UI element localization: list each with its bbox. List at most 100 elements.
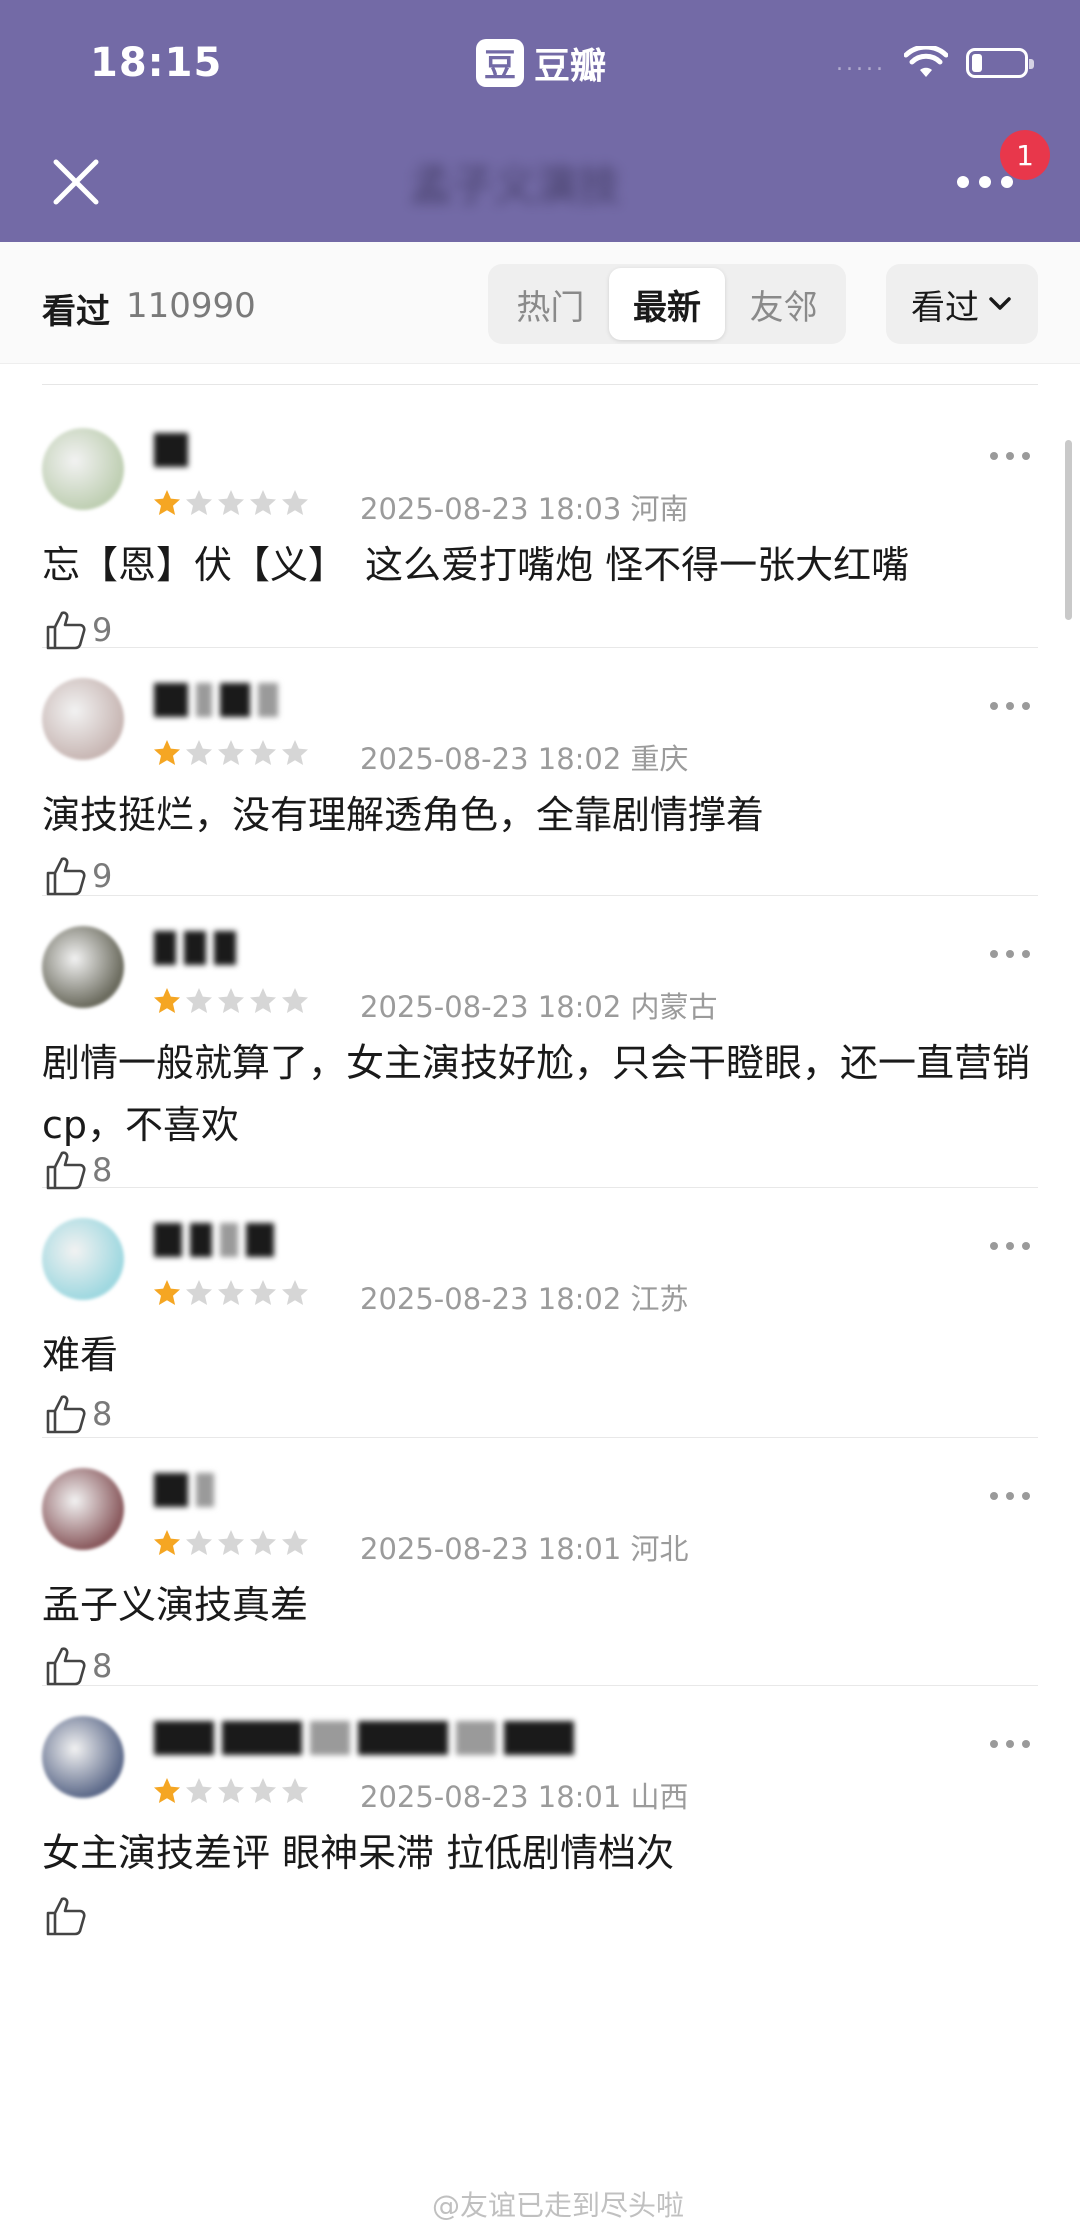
avatar[interactable]	[42, 1716, 124, 1798]
user-name[interactable]	[154, 928, 244, 968]
star-empty-icon	[250, 1530, 276, 1555]
review-more-button[interactable]	[986, 1740, 1034, 1748]
rating-stars	[152, 986, 312, 1016]
star-empty-icon	[186, 1530, 212, 1555]
star-filled-icon	[154, 740, 180, 765]
tab-friends[interactable]: 友邻	[725, 268, 842, 340]
review-date: 2025-08-23 18:01	[360, 1780, 622, 1814]
review-meta: 2025-08-23 18:01 山西	[360, 1774, 689, 1816]
watermark: @友谊已走到尽头啦	[432, 2189, 685, 2222]
star-empty-icon	[218, 490, 244, 515]
notification-badge: 1	[1000, 130, 1050, 180]
star-empty-icon	[186, 1778, 212, 1803]
rating-stars	[152, 1528, 312, 1558]
watched-count: 110990	[126, 286, 256, 326]
star-empty-icon	[282, 1280, 308, 1305]
review-meta: 2025-08-23 18:03 河南	[360, 486, 689, 528]
star-filled-icon	[154, 1778, 180, 1803]
review-location: 江苏	[630, 1282, 689, 1316]
star-empty-icon	[218, 1530, 244, 1555]
review-item[interactable]: 2025-08-23 18:02 内蒙古 剧情一般就算了，女主演技好尬，只会干瞪眼…	[42, 926, 1038, 1190]
like-button[interactable]: 8	[44, 1148, 112, 1192]
sort-segmented-control: 热门 最新 友邻	[488, 264, 846, 344]
star-empty-icon	[186, 988, 212, 1013]
thumbs-up-icon	[46, 1151, 86, 1190]
review-content: 难看	[42, 1333, 119, 1377]
review-content: 演技挺烂，没有理解透角色，全靠剧情撑着	[42, 793, 765, 837]
like-button[interactable]: 8	[44, 1644, 112, 1688]
star-empty-icon	[218, 740, 244, 765]
star-empty-icon	[282, 1530, 308, 1555]
status-time: 18:15	[90, 40, 223, 86]
tab-hot[interactable]: 热门	[492, 268, 609, 340]
review-more-button[interactable]	[986, 1242, 1034, 1250]
status-app-indicator: 豆 豆瓣	[476, 38, 606, 88]
like-count: 8	[92, 1647, 113, 1685]
review-more-button[interactable]	[986, 1492, 1034, 1500]
avatar[interactable]	[42, 678, 124, 760]
review-date: 2025-08-23 18:01	[360, 1532, 622, 1566]
review-more-button[interactable]	[986, 702, 1034, 710]
status-dropdown[interactable]: 看过	[886, 264, 1038, 344]
review-location: 河南	[630, 492, 689, 526]
like-button[interactable]: 8	[44, 1392, 112, 1436]
page-title: 孟子义演技	[410, 161, 621, 210]
like-count: 8	[92, 1395, 113, 1433]
like-count: 9	[92, 611, 113, 649]
review-date: 2025-08-23 18:02	[360, 990, 622, 1024]
user-name[interactable]	[154, 1718, 582, 1758]
review-item[interactable]: 2025-08-23 18:02 重庆演技挺烂，没有理解透角色，全靠剧情撑着 9	[42, 678, 1038, 896]
avatar[interactable]	[42, 428, 124, 510]
star-filled-icon	[154, 1280, 180, 1305]
review-date: 2025-08-23 18:02	[360, 742, 622, 776]
close-icon[interactable]	[44, 150, 108, 214]
review-item[interactable]: 2025-08-23 18:01 山西 女主演技差评 眼神呆滞 拉低剧情档次	[42, 1716, 1038, 1976]
star-empty-icon	[250, 1280, 276, 1305]
thumbs-up-icon	[46, 1395, 86, 1434]
user-name[interactable]	[154, 1220, 282, 1260]
review-date: 2025-08-23 18:02	[360, 1282, 622, 1316]
star-empty-icon	[282, 1778, 308, 1803]
avatar[interactable]	[42, 926, 124, 1008]
review-more-button[interactable]	[986, 452, 1034, 460]
user-name[interactable]	[154, 430, 196, 470]
douban-logo-icon: 豆	[476, 39, 524, 87]
review-date: 2025-08-23 18:03	[360, 492, 622, 526]
like-button[interactable]	[44, 1894, 92, 1938]
status-dropdown-label: 看过	[911, 287, 979, 328]
thumbs-up-icon	[46, 1897, 86, 1936]
review-more-button[interactable]	[986, 950, 1034, 958]
tab-latest[interactable]: 最新	[608, 268, 726, 340]
star-empty-icon	[250, 988, 276, 1013]
review-item[interactable]: 2025-08-23 18:02 江苏难看 8	[42, 1218, 1038, 1438]
star-empty-icon	[282, 490, 308, 515]
star-empty-icon	[218, 1778, 244, 1803]
user-name[interactable]	[154, 680, 286, 720]
review-location: 河北	[630, 1532, 689, 1566]
like-button[interactable]: 9	[44, 854, 112, 898]
rating-stars	[152, 1776, 312, 1806]
star-empty-icon	[250, 1778, 276, 1803]
star-empty-icon	[186, 1280, 212, 1305]
star-empty-icon	[186, 740, 212, 765]
avatar[interactable]	[42, 1468, 124, 1550]
divider	[42, 384, 1038, 385]
review-content: 孟子义演技真差	[42, 1583, 309, 1627]
user-name[interactable]	[154, 1470, 222, 1510]
rating-stars	[152, 1278, 312, 1308]
thumbs-up-icon	[46, 1647, 86, 1686]
header: 18:15 豆 豆瓣 ..... 孟子义演技 1	[0, 0, 1080, 242]
avatar[interactable]	[42, 1218, 124, 1300]
chevron-down-icon	[989, 297, 1011, 310]
review-content: 剧情一般就算了，女主演技好尬，只会干瞪眼，还一直营销 cp，不喜欢	[42, 1041, 1031, 1147]
review-location: 重庆	[630, 742, 689, 776]
star-filled-icon	[154, 490, 180, 515]
like-button[interactable]: 9	[44, 608, 112, 652]
star-empty-icon	[282, 740, 308, 765]
battery-icon	[966, 48, 1034, 78]
star-empty-icon	[186, 490, 212, 515]
scrollbar[interactable]	[1065, 440, 1072, 620]
review-item[interactable]: 2025-08-23 18:03 河南 忘【恩】伏【义】 这么爱打嘴炮 怪不得一张…	[42, 428, 1038, 650]
review-item[interactable]: 2025-08-23 18:01 河北孟子义演技真差 8	[42, 1468, 1038, 1686]
review-meta: 2025-08-23 18:02 重庆	[360, 736, 689, 778]
